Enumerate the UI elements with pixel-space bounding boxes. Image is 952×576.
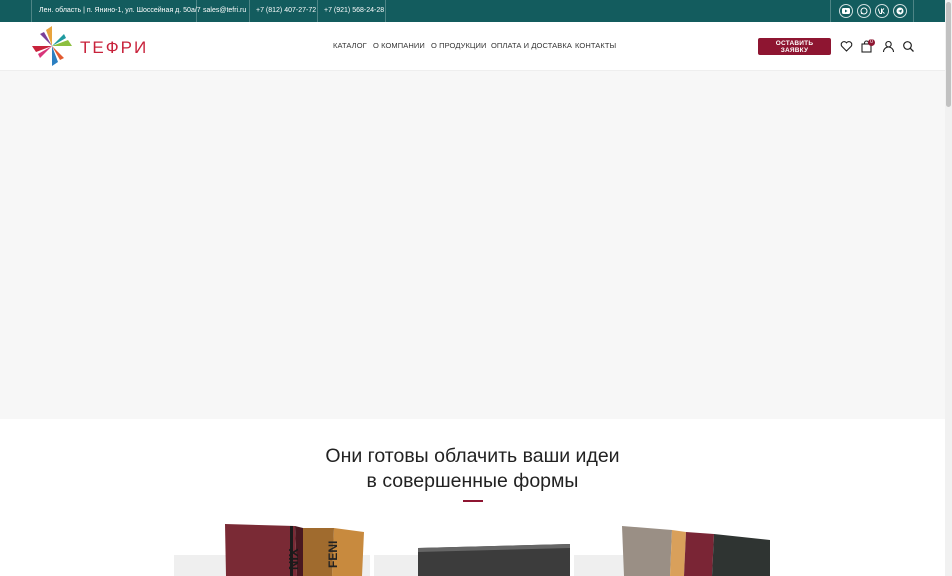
cart-count-badge: 0 <box>868 39 875 46</box>
title-divider <box>463 500 483 502</box>
fenix-print: FENI <box>326 541 340 568</box>
topbar-divider <box>317 0 318 22</box>
whatsapp-icon[interactable] <box>857 4 871 18</box>
email-link[interactable]: sales@tefri.ru <box>203 0 246 22</box>
topbar-divider <box>196 0 197 22</box>
nav-item-catalog[interactable]: КАТАЛОГ <box>333 41 367 50</box>
heart-icon[interactable] <box>840 40 853 53</box>
address-text: Лен. область | п. Янино-1, ул. Шоссейная… <box>39 7 201 14</box>
logo[interactable]: ТЕФРИ <box>30 26 160 66</box>
nav-item-delivery[interactable]: ОПЛАТА И ДОСТАВКА <box>491 41 572 50</box>
nav-item-products[interactable]: О ПРОДУКЦИИ <box>431 41 487 50</box>
topbar-divider <box>385 0 386 22</box>
scrollbar-thumb[interactable] <box>946 2 951 107</box>
fenix-print: NIX <box>286 548 301 570</box>
request-button[interactable]: ОСТАВИТЬ ЗАЯВКУ <box>758 38 831 55</box>
top-bar: Лен. область | п. Янино-1, ул. Шоссейная… <box>0 0 945 22</box>
section-title-line-1: Они готовы облачить ваши идеи <box>325 445 620 467</box>
topbar-divider <box>31 0 32 22</box>
topbar-divider <box>249 0 250 22</box>
logo-text: ТЕФРИ <box>80 38 149 57</box>
user-icon[interactable] <box>882 40 895 53</box>
section-title-line-2: в совершенные формы <box>366 470 579 492</box>
logo-mark-icon <box>32 26 72 66</box>
telegram-icon[interactable] <box>893 4 907 18</box>
topbar-divider <box>830 0 831 22</box>
section-title: Они готовы облачить ваши идеи в совершен… <box>0 444 945 494</box>
search-icon[interactable] <box>902 40 915 53</box>
product-card-color-panels[interactable] <box>574 520 770 576</box>
youtube-icon[interactable] <box>839 4 853 18</box>
topbar-divider <box>913 0 914 22</box>
product-card-fenix[interactable]: NIX FENI <box>174 520 370 576</box>
nav-item-contacts[interactable]: КОНТАКТЫ <box>575 41 616 50</box>
nav-item-about[interactable]: О КОМПАНИИ <box>373 41 425 50</box>
vk-icon[interactable] <box>875 4 889 18</box>
phone-link-2[interactable]: +7 (921) 568-24-28 <box>324 0 384 22</box>
product-card-dark-panel[interactable] <box>374 540 570 576</box>
hero-banner <box>0 71 945 419</box>
phone-link-1[interactable]: +7 (812) 407-27-72 <box>256 0 316 22</box>
site-header: ТЕФРИ КАТАЛОГ О КОМПАНИИ О ПРОДУКЦИИ ОПЛ… <box>0 22 945 71</box>
